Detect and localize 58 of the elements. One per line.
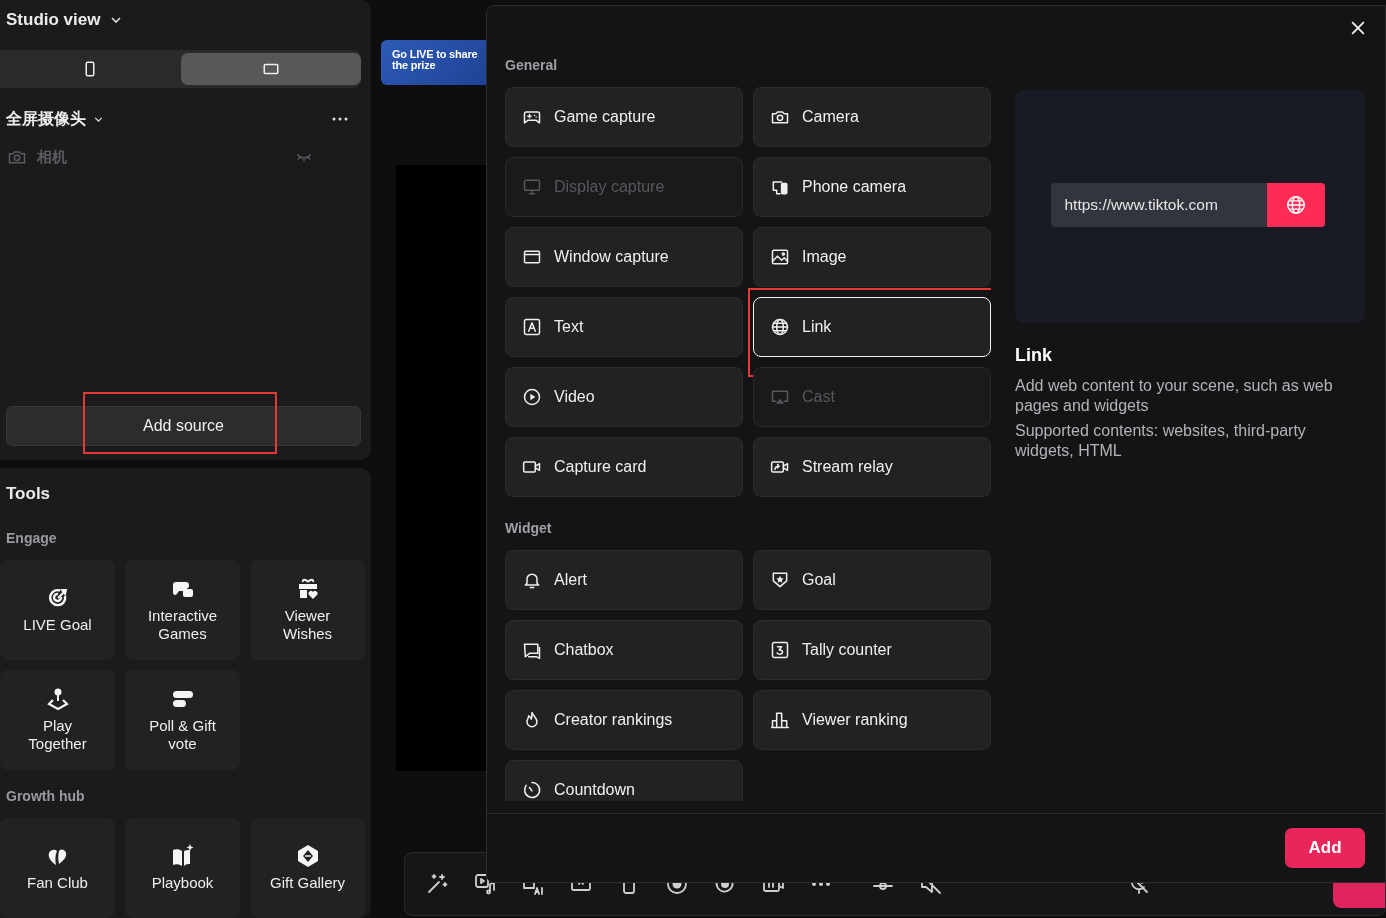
play-icon [522, 387, 542, 407]
sparkle-icon[interactable] [425, 872, 449, 896]
tool-tile[interactable]: LIVE Goal [0, 560, 115, 660]
scene-name[interactable]: 全屏摄像头 [6, 108, 86, 130]
source-option[interactable]: Image [753, 227, 991, 287]
section-title: Widget [505, 520, 553, 536]
image-icon [770, 247, 790, 267]
source-option[interactable]: Chatbox [505, 620, 743, 680]
source-option[interactable]: Camera [753, 87, 991, 147]
group-title: Growth hub [5, 788, 86, 804]
source-option[interactable]: Phone camera [753, 157, 991, 217]
source-option[interactable]: Countdown [505, 760, 743, 801]
tool-tile[interactable]: Poll & Gift vote [125, 670, 240, 770]
source-option[interactable]: Window capture [505, 227, 743, 287]
source-option[interactable]: Text [505, 297, 743, 357]
add-button[interactable]: Add [1285, 828, 1365, 868]
source-option[interactable]: Game capture [505, 87, 743, 147]
source-option[interactable]: Capture card [505, 437, 743, 497]
tool-tile[interactable]: Interactive Games [125, 560, 240, 660]
cast-icon [770, 387, 790, 407]
source-option[interactable]: Stream relay [753, 437, 991, 497]
tool-tile[interactable]: Play Together [0, 670, 115, 770]
monitor-icon [522, 177, 542, 197]
source-option[interactable]: Goal [753, 550, 991, 610]
source-option[interactable]: Link [753, 297, 991, 357]
book-icon [170, 844, 195, 868]
add-source-button[interactable]: Add source [6, 406, 361, 446]
hexagon-icon [295, 844, 320, 868]
source-option[interactable]: Video [505, 367, 743, 427]
chat-icon [522, 640, 542, 660]
source-option[interactable]: Alert [505, 550, 743, 610]
description-text: Add web content to your scene, such as web pages and widgets [1015, 376, 1334, 416]
description-text: Supported contents: websites, third-party widgets, HTML [1015, 421, 1307, 461]
banner-text: Go LIVE to share the prize [392, 49, 479, 71]
timer-icon [522, 780, 542, 800]
source-option[interactable]: Creator rankings [505, 690, 743, 750]
text-box-icon [522, 317, 542, 337]
media-icon[interactable] [473, 872, 497, 896]
tool-tile[interactable]: Fan Club [0, 818, 115, 918]
window-icon [522, 247, 542, 267]
tool-tile[interactable]: Playbook [125, 818, 240, 918]
podium-icon [770, 710, 790, 730]
view-title: Studio view [6, 10, 101, 30]
globe-icon [770, 317, 790, 337]
panel-title: Tools [5, 484, 52, 504]
group-title: Engage [5, 530, 58, 546]
more-icon[interactable] [331, 116, 349, 122]
source-option[interactable]: Tally counter [753, 620, 991, 680]
joystick-icon [45, 687, 70, 711]
url-text: https://www.tiktok.com [1063, 194, 1219, 215]
eye-closed-icon[interactable] [295, 151, 313, 163]
counter-icon [770, 640, 790, 660]
tool-tile[interactable]: Gift Gallery [250, 818, 365, 918]
tool-tile[interactable]: Viewer Wishes [250, 560, 365, 660]
shield-star-icon [770, 570, 790, 590]
source-option[interactable]: Viewer ranking [753, 690, 991, 750]
globe-icon [1284, 193, 1307, 216]
detail-title: Link [1015, 345, 1053, 366]
